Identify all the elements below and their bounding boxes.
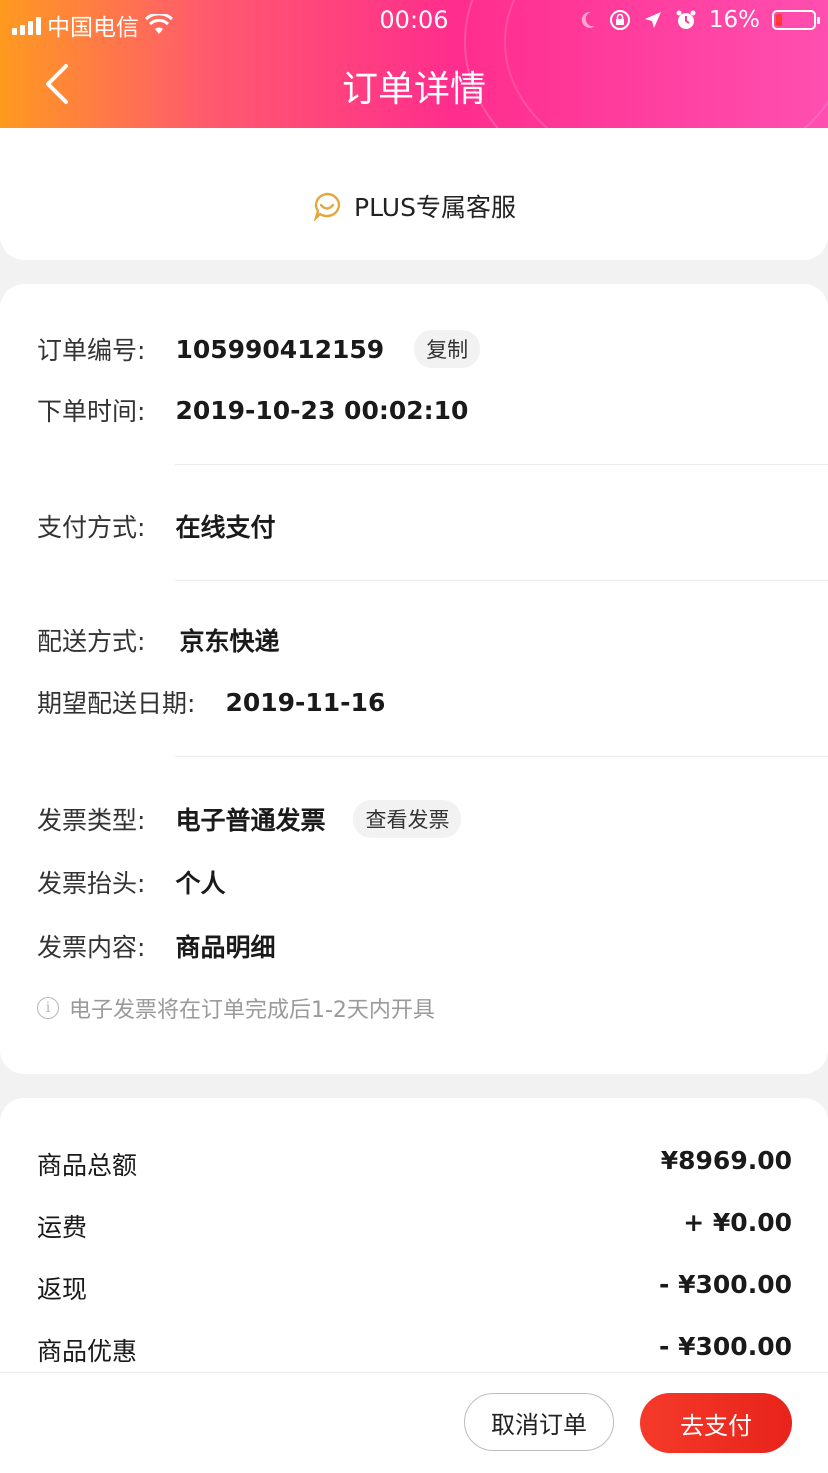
price-amount: + ¥0.00 [683,1208,792,1237]
expected-date-row: 期望配送日期: 2019-11-16 [37,684,385,720]
plus-service-label: PLUS专属客服 [354,193,516,222]
expected-date-value: 2019-11-16 [225,687,386,717]
price-row: 商品优惠 - ¥300.00 [37,1332,792,1368]
moon-icon [581,11,595,28]
header: 中国电信 00:06 16% 订单详情 [0,0,828,128]
divider [175,464,828,465]
invoice-type-row: 发票类型: 电子普通发票 查看发票 [37,800,462,838]
price-label: 返现 [37,1275,88,1304]
pay-method-row: 支付方式: 在线支付 [37,508,275,544]
expected-date-label: 期望配送日期: [37,689,196,718]
invoice-content-value: 商品明细 [175,933,276,962]
invoice-content-label: 发票内容: [37,933,146,962]
service-card: PLUS专属客服 [0,128,828,260]
pay-button[interactable]: 去支付 [640,1393,792,1453]
pay-method-label: 支付方式: [37,513,146,542]
price-amount: ¥8969.00 [660,1146,792,1175]
copy-button[interactable]: 复制 [414,330,481,368]
invoice-note-text: 电子发票将在订单完成后1-2天内开具 [69,998,435,1023]
order-time-value: 2019-10-23 00:02:10 [175,395,469,425]
battery-percent: 16% [708,7,760,33]
price-label: 运费 [37,1213,88,1242]
order-time-row: 下单时间: 2019-10-23 00:02:10 [37,392,468,428]
plus-service-button[interactable]: PLUS专属客服 [0,188,828,224]
price-row: 运费 + ¥0.00 [37,1208,792,1244]
order-info-card: 订单编号: 105990412159 复制 下单时间: 2019-10-23 0… [0,284,828,1074]
order-time-label: 下单时间: [37,397,146,426]
order-number-label: 订单编号: [37,336,146,365]
rotation-lock-icon [609,10,630,30]
divider [175,756,828,757]
location-icon [644,12,661,28]
chat-smile-icon [313,192,341,221]
bottom-action-bar: 取消订单 去支付 [0,1372,828,1473]
invoice-note: i 电子发票将在订单完成后1-2天内开具 [37,992,435,1024]
order-number-value: 105990412159 [175,334,385,364]
order-number-row: 订单编号: 105990412159 复制 [37,330,481,368]
invoice-title-label: 发票抬头: [37,869,146,898]
price-label: 商品优惠 [37,1337,138,1366]
price-amount: - ¥300.00 [659,1332,792,1361]
price-row: 商品总额 ¥8969.00 [37,1146,792,1182]
delivery-label: 配送方式: [37,627,146,656]
page-title: 订单详情 [341,69,486,110]
invoice-type-label: 发票类型: [37,806,146,835]
delivery-value: 京东快递 [179,627,280,656]
price-label: 商品总额 [37,1151,138,1180]
invoice-content-row: 发票内容: 商品明细 [37,928,275,964]
price-row: 返现 - ¥300.00 [37,1270,792,1306]
view-invoice-button[interactable]: 查看发票 [353,800,462,838]
battery-icon [772,10,820,30]
divider [175,580,828,581]
price-amount: - ¥300.00 [659,1270,792,1299]
invoice-type-value: 电子普通发票 [175,806,326,835]
invoice-title-row: 发票抬头: 个人 [37,864,225,900]
alarm-icon [676,10,696,29]
delivery-row: 配送方式: 京东快递 [37,622,279,658]
pay-method-value: 在线支付 [175,513,276,542]
info-icon: i [37,997,59,1019]
invoice-title-value: 个人 [175,869,226,898]
status-right: 16% [579,7,820,33]
status-bar: 中国电信 00:06 16% [0,0,828,41]
cancel-order-button[interactable]: 取消订单 [464,1393,614,1451]
